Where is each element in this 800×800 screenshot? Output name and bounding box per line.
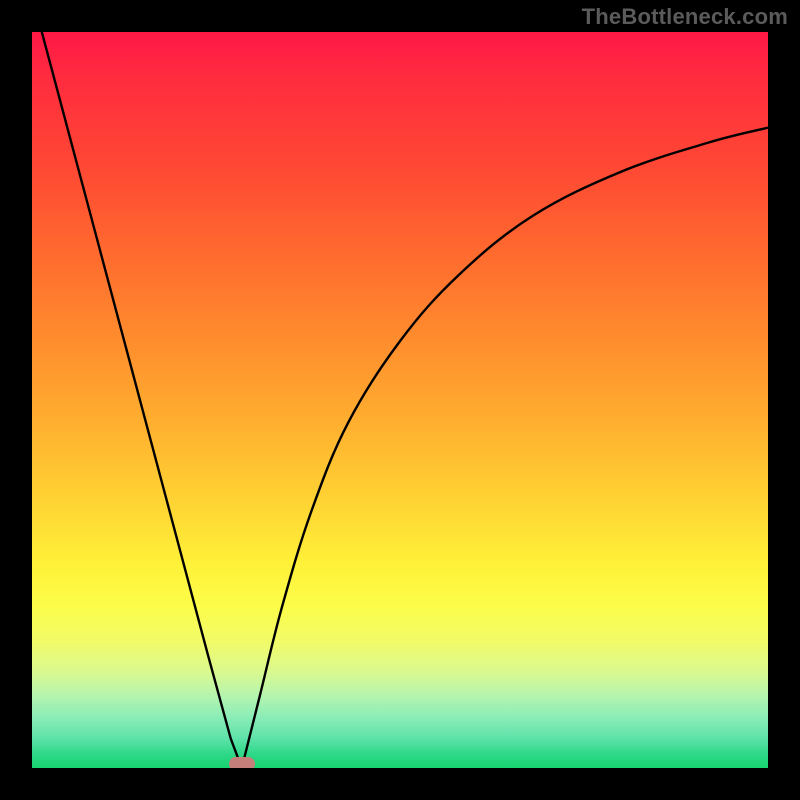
chart-frame: TheBottleneck.com bbox=[0, 0, 800, 800]
watermark-text: TheBottleneck.com bbox=[582, 4, 788, 30]
minimum-marker bbox=[229, 757, 255, 768]
bottleneck-curve bbox=[32, 32, 768, 768]
plot-area bbox=[32, 32, 768, 768]
